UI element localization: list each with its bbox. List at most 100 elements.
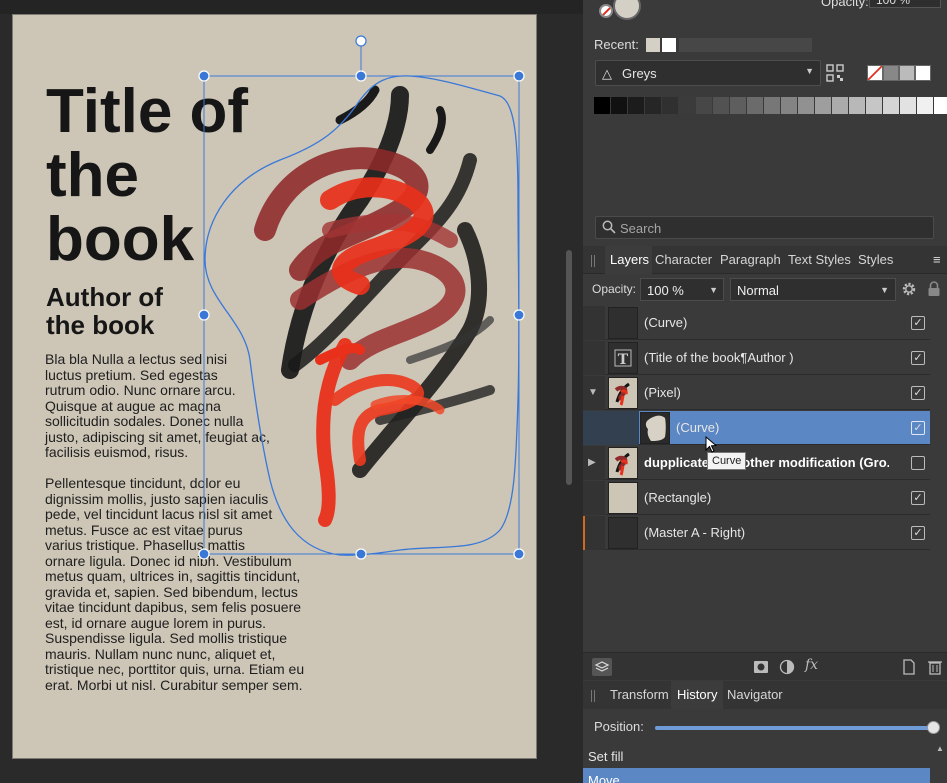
layer-opacity-field[interactable]: 100 % ▼ (640, 278, 724, 301)
history-item[interactable]: Set fill (583, 744, 930, 768)
layers-scrollbar[interactable] (932, 306, 947, 651)
layer-visibility-checkbox[interactable]: ✓ (911, 386, 925, 400)
grey-swatch[interactable] (866, 97, 883, 114)
layer-name: dupplicate with other modification (Gro.… (644, 455, 889, 470)
tab-history[interactable]: History (677, 687, 717, 702)
tab-navigator[interactable]: Navigator (727, 687, 783, 702)
layer-name: (Rectangle) (644, 490, 712, 505)
history-item-current[interactable]: Move (583, 768, 930, 783)
mask-icon[interactable] (753, 659, 769, 675)
document-page[interactable]: Title of the book Author of the book Bla… (12, 14, 537, 759)
palette-dropdown[interactable]: △ Greys ▼ (595, 60, 821, 86)
grey-swatch[interactable] (849, 97, 866, 114)
no-color-icon[interactable] (599, 4, 613, 18)
recent-swatch[interactable] (646, 38, 660, 52)
grey-swatch[interactable] (713, 97, 730, 114)
panel-grip-icon[interactable] (591, 255, 595, 267)
body-paragraph-2[interactable]: Pellentesque tincidunt, dolor eu digniss… (45, 475, 304, 693)
grey-swatch[interactable] (747, 97, 764, 114)
tab-layers[interactable]: Layers (610, 252, 649, 267)
grey-swatch[interactable] (696, 97, 713, 114)
body-line: erat. Morbi ut nisl. Curabitur semper se… (45, 676, 303, 693)
grey-swatch[interactable] (628, 97, 645, 114)
layer-visibility-checkbox[interactable] (911, 456, 925, 470)
search-field[interactable]: Search (595, 216, 934, 239)
greys-swatch-row[interactable] (594, 97, 947, 114)
grey-swatch[interactable] (934, 97, 947, 114)
quick-swatch[interactable] (899, 65, 915, 81)
swatch-opacity-field[interactable]: 100 % (869, 0, 941, 8)
resize-handle-bottom-left (198, 548, 210, 560)
layer-row[interactable]: (Rectangle) ✓ (583, 481, 930, 515)
trash-icon[interactable] (927, 659, 943, 675)
expand-triangle-icon[interactable]: ▶ (588, 457, 596, 468)
grey-swatch[interactable] (917, 97, 934, 114)
fx-icon[interactable]: fx (805, 657, 818, 673)
canvas-top-strip (0, 0, 583, 14)
grey-swatch[interactable] (781, 97, 798, 114)
layer-visibility-checkbox[interactable]: ✓ (911, 316, 925, 330)
layer-visibility-checkbox[interactable]: ✓ (911, 526, 925, 540)
grey-swatch[interactable] (679, 97, 696, 114)
tab-character[interactable]: Character (655, 252, 712, 267)
grey-swatch[interactable] (730, 97, 747, 114)
palette-options-icon[interactable] (826, 64, 844, 82)
grey-swatch[interactable] (798, 97, 815, 114)
add-layer-icon[interactable] (901, 659, 917, 675)
quick-swatch[interactable] (915, 65, 931, 81)
color-wells[interactable] (597, 0, 645, 22)
grey-swatch[interactable] (594, 97, 611, 114)
history-list: Set fill Move (583, 742, 947, 783)
resize-handle-bottom (355, 548, 367, 560)
grey-swatch[interactable] (611, 97, 628, 114)
tab-transform[interactable]: Transform (610, 687, 669, 702)
position-slider-track[interactable] (655, 726, 933, 730)
book-title[interactable]: Title of the book (46, 80, 248, 272)
tab-text-styles[interactable]: Text Styles (788, 252, 851, 267)
body-line: sollicitudin sodales. Donec nulla (45, 413, 244, 429)
grey-swatch[interactable] (815, 97, 832, 114)
layer-name: (Title of the book¶Author ) (644, 350, 794, 365)
layer-row[interactable]: ▶ dupplicate with other modification (Gr… (583, 446, 930, 480)
layer-visibility-checkbox[interactable]: ✓ (911, 351, 925, 365)
none-swatch[interactable] (867, 65, 883, 81)
grey-swatch[interactable] (832, 97, 849, 114)
layer-row[interactable]: (Master A - Right) ✓ (583, 516, 930, 550)
layer-visibility-checkbox[interactable]: ✓ (911, 491, 925, 505)
rectangle-layer-thumbnail (608, 482, 638, 514)
blend-mode-dropdown[interactable]: Normal ▼ (730, 278, 896, 301)
scroll-up-arrow-icon[interactable]: ▲ (936, 744, 944, 753)
tab-styles[interactable]: Styles (858, 252, 893, 267)
app-window: Title of the book Author of the book Bla… (0, 0, 947, 783)
recent-swatch[interactable] (662, 38, 676, 52)
layer-row-selected[interactable]: (Curve) ✓ (583, 411, 930, 445)
curve-layer-thumbnail (640, 412, 670, 444)
canvas-vertical-scrollbar[interactable] (566, 250, 572, 485)
grey-swatch[interactable] (645, 97, 662, 114)
quick-swatches[interactable] (867, 65, 931, 81)
gear-icon[interactable] (901, 281, 917, 297)
grey-swatch[interactable] (764, 97, 781, 114)
canvas-area[interactable]: Title of the book Author of the book Bla… (0, 0, 583, 783)
layer-row[interactable]: ▼ (Pixel) ✓ (583, 376, 930, 410)
layer-row[interactable]: T (Title of the book¶Author ) ✓ (583, 341, 930, 375)
tab-paragraph[interactable]: Paragraph (720, 252, 781, 267)
collapse-triangle-icon[interactable]: ▼ (588, 387, 598, 398)
fill-color-well[interactable] (613, 0, 641, 20)
lock-icon[interactable] (927, 281, 941, 297)
layer-row[interactable]: (Curve) ✓ (583, 306, 930, 340)
body-paragraph-1[interactable]: Bla bla Nulla a lectus sed nisi luctus p… (45, 351, 270, 461)
quick-swatch[interactable] (883, 65, 899, 81)
panel-grip-icon[interactable] (591, 690, 595, 702)
grey-swatch[interactable] (662, 97, 679, 114)
position-slider-knob[interactable] (927, 721, 940, 734)
adjustment-icon[interactable] (779, 659, 795, 675)
book-author[interactable]: Author of the book (46, 283, 163, 339)
layers-stack-icon[interactable] (592, 658, 612, 676)
panel-menu-icon[interactable]: ≡ (933, 252, 941, 267)
curve-mask-icon (645, 415, 666, 441)
layer-visibility-checkbox[interactable]: ✓ (911, 421, 925, 435)
grey-swatch[interactable] (883, 97, 900, 114)
layer-name: (Curve) (676, 420, 720, 435)
grey-swatch[interactable] (900, 97, 917, 114)
